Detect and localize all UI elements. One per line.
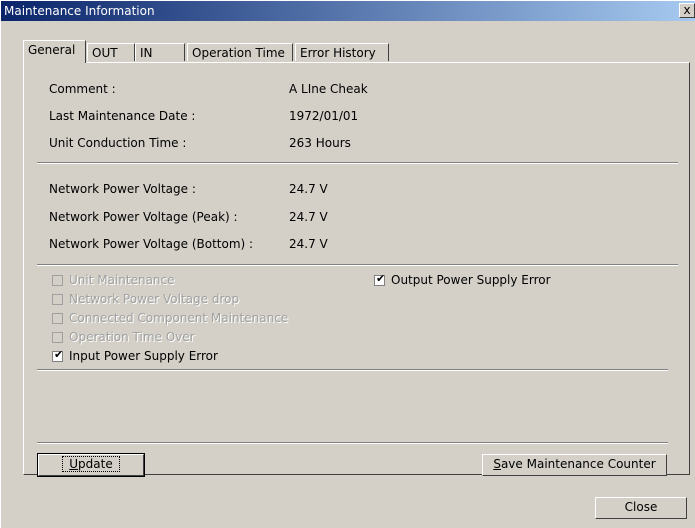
title-bar: Maintenance Information x	[1, 1, 695, 21]
close-icon[interactable]: x	[679, 3, 695, 18]
save-maintenance-counter-button[interactable]: Save Maintenance Counter	[482, 454, 667, 476]
output-power-error-label: Output Power Supply Error	[391, 273, 551, 287]
unit-maintenance-label: Unit Maintenance	[69, 273, 175, 287]
connected-component-label: Connected Component Maintenance	[69, 311, 289, 325]
general-panel	[23, 62, 690, 475]
npv-peak-value: 24.7 V	[289, 210, 328, 224]
tab-error-history-label: Error History	[300, 46, 376, 60]
tab-out-label: OUT	[92, 46, 118, 60]
conduction-time-value: 263 Hours	[289, 136, 351, 150]
operation-time-over-label: Operation Time Over	[69, 330, 195, 344]
tab-in-label: IN	[140, 46, 153, 60]
input-power-error-label: Input Power Supply Error	[69, 349, 218, 363]
separator-1	[37, 162, 678, 164]
last-maintenance-label: Last Maintenance Date :	[49, 109, 196, 123]
conduction-time-label: Unit Conduction Time :	[49, 136, 187, 150]
tab-out[interactable]: OUT	[87, 43, 135, 61]
check-icon: ✔	[376, 271, 386, 285]
separator-4	[37, 442, 668, 444]
separator-3	[37, 369, 668, 371]
comment-label: Comment :	[49, 82, 116, 96]
checkbox-box: ✔	[52, 347, 64, 362]
npv-bottom-value: 24.7 V	[289, 237, 328, 251]
separator-2	[37, 264, 678, 266]
window-title: Maintenance Information	[4, 4, 155, 18]
maintenance-window: Maintenance Information x General OUT IN…	[0, 0, 695, 528]
tab-operation-time[interactable]: Operation Time	[187, 43, 293, 61]
last-maintenance-value: 1972/01/01	[289, 109, 359, 123]
comment-value: A LIne Cheak	[289, 82, 368, 96]
tab-in[interactable]: IN	[135, 43, 185, 61]
npv-label: Network Power Voltage :	[49, 182, 196, 196]
update-button[interactable]: Update	[37, 453, 145, 477]
tab-error-history[interactable]: Error History	[295, 43, 389, 61]
operation-time-over-checkbox: Operation Time Over	[52, 330, 195, 344]
output-power-error-checkbox[interactable]: ✔ Output Power Supply Error	[374, 271, 551, 287]
checkbox-box	[52, 331, 63, 343]
npv-peak-label: Network Power Voltage (Peak) :	[49, 210, 238, 224]
checkbox-box	[52, 274, 63, 286]
checkbox-box	[52, 293, 63, 305]
npv-value: 24.7 V	[289, 182, 328, 196]
tab-general[interactable]: General	[23, 40, 86, 63]
save-label: Save Maintenance Counter	[493, 457, 656, 471]
npv-drop-label: Network Power Voltage drop	[69, 292, 240, 306]
connected-component-checkbox: Connected Component Maintenance	[52, 311, 288, 325]
check-icon: ✔	[54, 347, 64, 361]
close-button[interactable]: Close	[595, 497, 687, 519]
checkbox-box: ✔	[374, 271, 386, 286]
tab-general-label: General	[28, 43, 76, 57]
npv-bottom-label: Network Power Voltage (Bottom) :	[49, 237, 254, 251]
npv-drop-checkbox: Network Power Voltage drop	[52, 292, 239, 306]
tab-operation-time-label: Operation Time	[192, 46, 285, 60]
checkbox-box	[52, 312, 63, 324]
update-label: Update	[62, 456, 120, 472]
unit-maintenance-checkbox: Unit Maintenance	[52, 273, 175, 287]
input-power-error-checkbox[interactable]: ✔ Input Power Supply Error	[52, 347, 218, 363]
